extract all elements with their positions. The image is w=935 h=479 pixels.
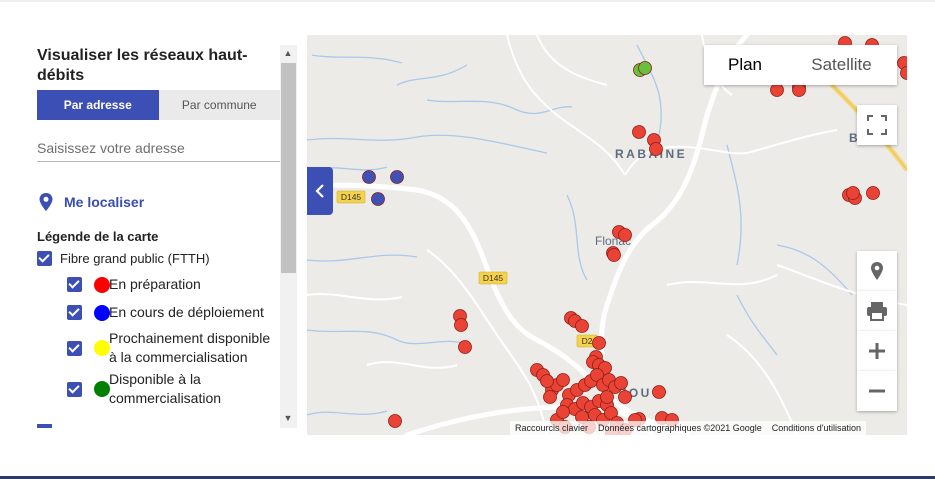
location-pin-icon bbox=[39, 193, 53, 211]
keyboard-shortcuts-link[interactable]: Raccourcis clavier bbox=[510, 421, 594, 435]
collapse-panel-button[interactable] bbox=[307, 167, 333, 215]
pegman-icon bbox=[871, 262, 883, 280]
legend-item-disponible: Disponible à la commercialisation bbox=[67, 370, 259, 408]
road-label: D145 bbox=[483, 273, 504, 283]
legend-item-en-cours: En cours de déploiement bbox=[67, 303, 274, 322]
checkbox-en-preparation[interactable] bbox=[67, 277, 82, 292]
map-data-credit: Données cartographiques ©2021 Google bbox=[593, 421, 767, 435]
map-marker[interactable] bbox=[575, 319, 589, 333]
terms-of-use-link[interactable]: Conditions d'utilisation bbox=[766, 421, 867, 435]
map-marker[interactable] bbox=[454, 318, 468, 332]
green-dot-icon bbox=[94, 381, 110, 397]
map-marker[interactable] bbox=[540, 374, 554, 388]
map-marker[interactable] bbox=[649, 142, 663, 156]
zoom-out-icon bbox=[869, 389, 885, 393]
map-marker[interactable] bbox=[652, 385, 666, 399]
panel-scrollbar[interactable]: ▲ ▼ bbox=[280, 45, 297, 428]
map-markers bbox=[362, 36, 907, 435]
zoom-in-icon bbox=[869, 343, 885, 359]
ftth-label: Fibre grand public (FTTH) bbox=[60, 251, 210, 266]
legend-label: En cours de déploiement bbox=[109, 304, 264, 320]
map-marker[interactable] bbox=[638, 61, 652, 75]
map-type-control: Plan Satellite bbox=[704, 45, 897, 85]
map-marker[interactable] bbox=[388, 414, 402, 428]
map-type-plan-button[interactable]: Plan bbox=[704, 45, 786, 85]
next-checkbox-partial[interactable] bbox=[37, 424, 52, 428]
road-label: D2 bbox=[582, 336, 593, 346]
chevron-left-icon bbox=[315, 184, 324, 198]
yellow-dot-icon bbox=[94, 340, 110, 356]
checkbox-disponible[interactable] bbox=[67, 381, 82, 397]
map-marker[interactable] bbox=[556, 405, 570, 419]
scroll-down-icon[interactable]: ▼ bbox=[283, 413, 293, 423]
ftth-checkbox[interactable] bbox=[37, 251, 52, 266]
legend-title: Légende de la carte bbox=[37, 229, 159, 244]
road-label: D145 bbox=[341, 192, 362, 202]
map-marker[interactable] bbox=[458, 340, 472, 354]
fullscreen-button[interactable] bbox=[857, 105, 897, 145]
scroll-thumb[interactable] bbox=[281, 63, 296, 273]
map-marker[interactable] bbox=[600, 390, 614, 404]
legend-label: En préparation bbox=[109, 276, 201, 292]
map-marker[interactable] bbox=[371, 192, 385, 206]
legend-label: Prochainement disponible à la commercial… bbox=[109, 330, 271, 365]
fullscreen-icon bbox=[867, 115, 887, 135]
map-marker[interactable] bbox=[390, 170, 404, 184]
blue-dot-icon bbox=[94, 304, 110, 321]
map-marker[interactable] bbox=[556, 373, 570, 387]
tab-par-adresse[interactable]: Par adresse bbox=[37, 90, 159, 120]
side-panel: Visualiser les réseaux haut-débits Par a… bbox=[28, 40, 298, 428]
map-attribution: Raccourcis clavier Données cartographiqu… bbox=[510, 421, 867, 435]
zoom-out-button[interactable] bbox=[857, 371, 897, 411]
map-view[interactable]: D145 D145 D2 RABAINE Flonac B ZOU Plan S… bbox=[307, 35, 907, 435]
scroll-up-icon[interactable]: ▲ bbox=[283, 48, 293, 58]
legend-label: Disponible à la commercialisation bbox=[109, 371, 222, 406]
address-input[interactable] bbox=[37, 135, 280, 162]
map-marker[interactable] bbox=[614, 376, 628, 390]
red-dot-icon bbox=[94, 276, 110, 293]
locate-me-button[interactable]: Me localiser bbox=[37, 192, 144, 212]
checkbox-en-cours[interactable] bbox=[67, 305, 82, 320]
map-marker[interactable] bbox=[792, 83, 806, 97]
locate-me-label: Me localiser bbox=[64, 194, 145, 210]
map-marker[interactable] bbox=[770, 83, 784, 97]
map-marker[interactable] bbox=[607, 248, 621, 262]
search-mode-tabs: Par adresse Par commune bbox=[37, 90, 280, 120]
legend-ftth: Fibre grand public (FTTH) bbox=[37, 251, 210, 266]
top-divider bbox=[0, 0, 935, 2]
legend-item-en-preparation: En préparation bbox=[67, 275, 269, 294]
map-marker[interactable] bbox=[618, 228, 632, 242]
map-marker[interactable] bbox=[362, 170, 376, 184]
map-marker[interactable] bbox=[866, 186, 880, 200]
tab-par-commune[interactable]: Par commune bbox=[158, 90, 280, 120]
map-marker[interactable] bbox=[846, 186, 860, 200]
legend-item-prochainement: Prochainement disponible à la commercial… bbox=[67, 329, 279, 367]
print-icon bbox=[867, 302, 887, 321]
checkbox-prochainement[interactable] bbox=[67, 340, 82, 356]
street-view-button[interactable] bbox=[857, 251, 897, 291]
panel-title: Visualiser les réseaux haut-débits bbox=[37, 47, 248, 84]
map-marker[interactable] bbox=[543, 390, 557, 404]
map-marker[interactable] bbox=[632, 125, 646, 139]
map-type-satellite-button[interactable]: Satellite bbox=[786, 45, 897, 85]
map-marker[interactable] bbox=[618, 390, 632, 404]
map-marker[interactable] bbox=[592, 336, 606, 350]
zoom-in-button[interactable] bbox=[857, 331, 897, 371]
map-canvas[interactable]: D145 D145 D2 RABAINE Flonac B ZOU bbox=[307, 35, 907, 435]
print-button[interactable] bbox=[857, 291, 897, 331]
